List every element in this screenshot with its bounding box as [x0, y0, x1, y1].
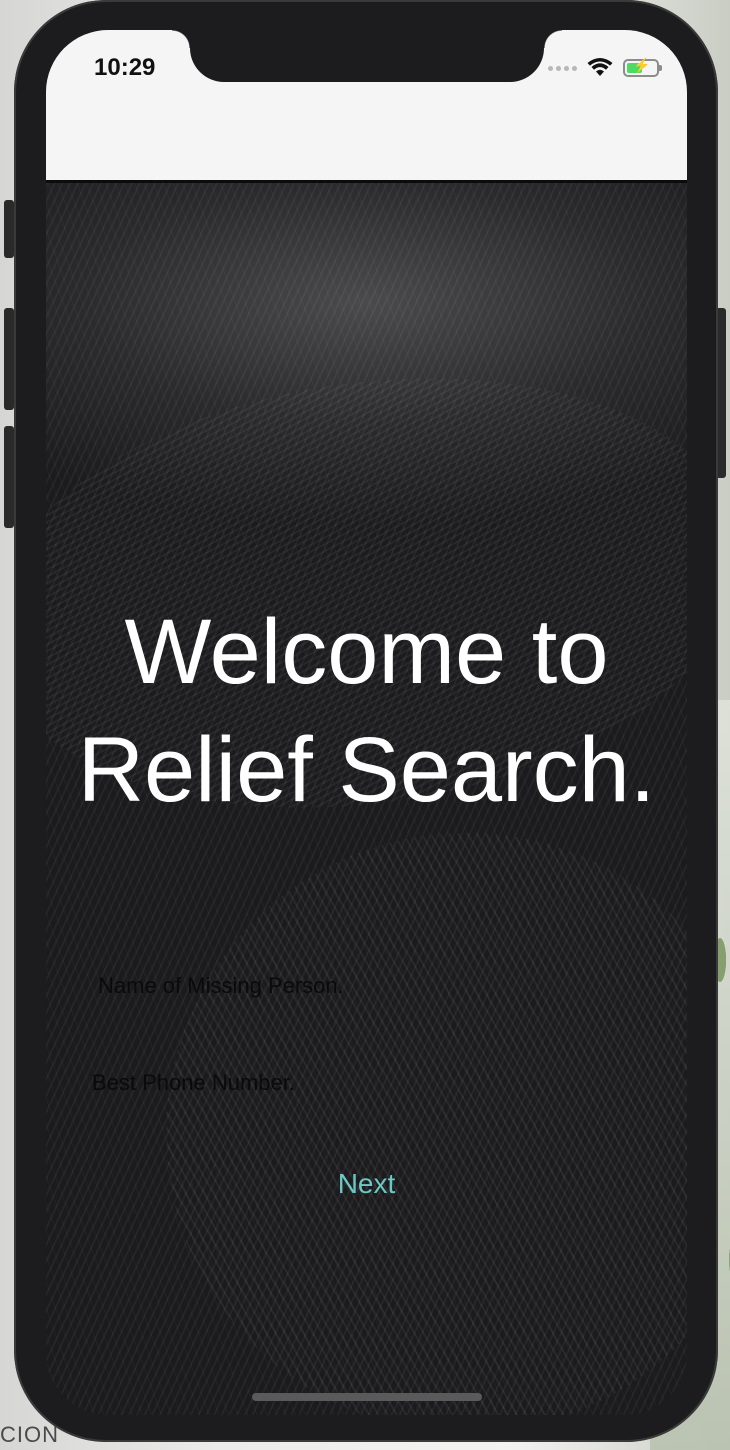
volume-up-button — [4, 308, 14, 410]
notch — [172, 30, 562, 82]
charging-bolt-icon: ⚡ — [633, 57, 651, 73]
phone-number-field[interactable] — [92, 1065, 632, 1101]
welcome-title: Welcome to Relief Search. — [77, 601, 656, 821]
next-button[interactable]: Next — [46, 1168, 687, 1200]
background-texture-lower — [166, 833, 687, 1415]
home-indicator[interactable] — [252, 1393, 482, 1401]
cellular-signal-icon — [548, 65, 577, 71]
battery-charging-icon: ⚡ — [623, 57, 662, 77]
missing-person-name-field[interactable] — [98, 968, 638, 1004]
status-time: 10:29 — [94, 54, 156, 81]
mute-switch — [4, 200, 14, 258]
welcome-screen: Welcome to Relief Search. Next — [46, 183, 687, 1415]
volume-down-button — [4, 426, 14, 528]
status-icons: ⚡ — [548, 57, 662, 78]
phone-frame: 10:29 ⚡ Welcome to Relief Search. Name o… — [14, 0, 718, 1442]
backdrop-text: CION — [0, 1422, 59, 1447]
wifi-icon — [587, 58, 613, 76]
phone-screen: 10:29 ⚡ Welcome to Relief Search. Name o… — [46, 30, 687, 1415]
